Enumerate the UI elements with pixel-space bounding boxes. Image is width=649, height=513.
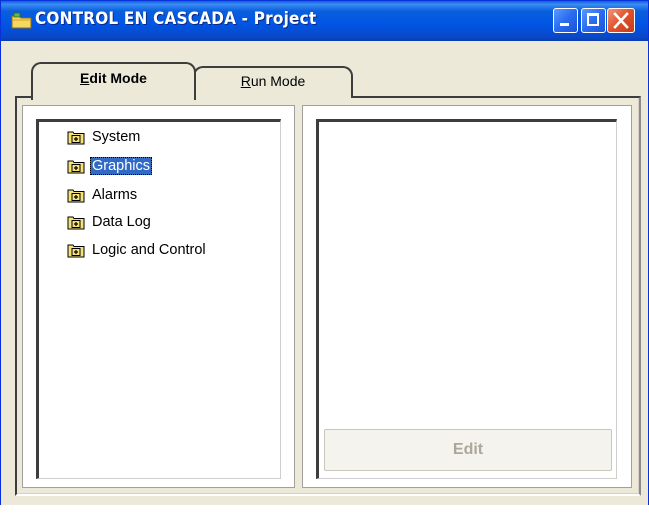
close-button[interactable] — [607, 8, 635, 33]
window-title: CONTROL EN CASCADA - Project — [35, 9, 317, 29]
tree-item-data-log[interactable]: Data Log — [67, 211, 153, 233]
tree-item-logic-and-control[interactable]: Logic and Control — [67, 239, 208, 261]
tree-item-label: Logic and Control — [92, 242, 206, 258]
tree-item-label: Graphics — [90, 157, 153, 175]
tree-item-label: Data Log — [92, 214, 151, 230]
tab-run-mode[interactable]: Run Mode — [193, 66, 353, 98]
tree-item-alarms[interactable]: Alarms — [67, 184, 139, 206]
details-view — [316, 119, 617, 479]
folder-plus-icon — [67, 216, 85, 230]
tree-item-label: Alarms — [92, 187, 138, 203]
edit-button[interactable]: Edit — [324, 429, 612, 471]
folder-plus-icon — [67, 131, 85, 145]
tab-run-mode-mnemonic: R — [240, 73, 251, 89]
folder-plus-icon — [67, 244, 85, 258]
maximize-button[interactable] — [581, 8, 606, 33]
folder-plus-icon — [67, 189, 85, 203]
mode-tabs: Run Mode Edit Mode — [11, 59, 641, 100]
bottom-strip — [0, 505, 649, 513]
tab-run-mode-label: un Mode — [250, 73, 306, 89]
tab-edit-mode[interactable]: Edit Mode — [31, 62, 196, 100]
project-folder-icon — [11, 12, 32, 29]
folder-plus-icon — [67, 160, 85, 174]
tab-edit-mode-label: dit Mode — [89, 70, 147, 86]
tab-edit-mode-mnemonic: E — [80, 70, 90, 86]
project-window: CONTROL EN CASCADA - Project Run Mode Ed… — [0, 0, 649, 513]
title-bar[interactable]: CONTROL EN CASCADA - Project — [1, 1, 648, 41]
tree-item-system[interactable]: System — [67, 126, 142, 148]
minimize-button[interactable] — [553, 8, 578, 33]
minimize-icon — [560, 23, 569, 26]
tree-item-label: System — [92, 129, 141, 145]
maximize-icon — [587, 13, 599, 26]
close-icon — [613, 12, 629, 29]
tree-item-graphics[interactable]: Graphics — [67, 155, 153, 177]
